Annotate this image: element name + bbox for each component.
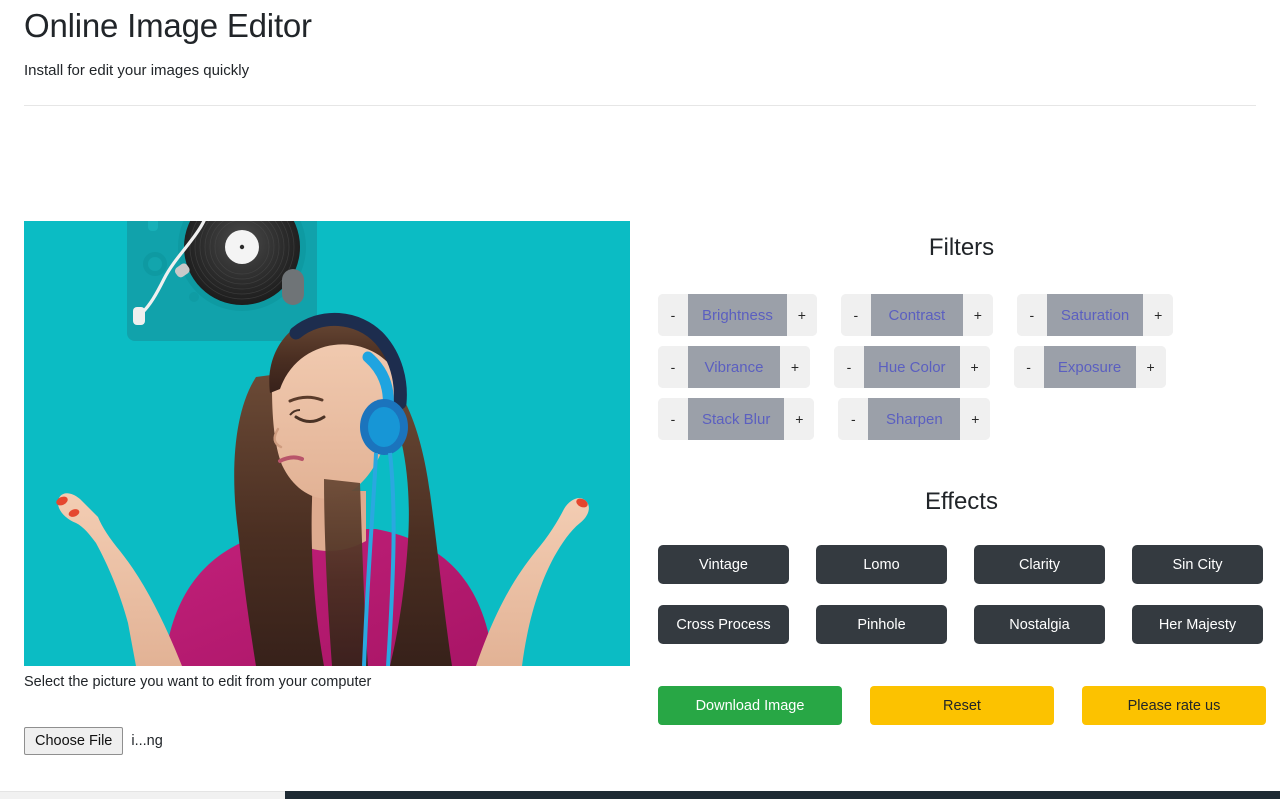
- actions-row: Download Image Reset Please rate us: [658, 686, 1280, 726]
- saturation-decrease-button[interactable]: -: [1016, 294, 1047, 337]
- effect-button-vintage[interactable]: Vintage: [658, 545, 789, 585]
- sharpen-increase-button[interactable]: +: [960, 398, 991, 441]
- horizontal-scrollbar[interactable]: [0, 789, 1280, 800]
- exposure-increase-button[interactable]: +: [1135, 346, 1166, 389]
- contrast-increase-button[interactable]: +: [962, 294, 993, 337]
- selected-file-name: i...ng: [131, 733, 163, 750]
- sharpen-decrease-button[interactable]: -: [838, 398, 869, 441]
- image-panel: Select the picture you want to edit from…: [24, 220, 630, 756]
- sharpen-label[interactable]: Sharpen: [868, 398, 961, 441]
- stack-blur-label[interactable]: Stack Blur: [688, 398, 785, 441]
- effects-title: Effects: [925, 488, 998, 516]
- page-subtitle: Install for edit your images quickly: [24, 61, 250, 79]
- effect-button-cross-process[interactable]: Cross Process: [658, 605, 789, 645]
- hue-color-label[interactable]: Hue Color: [864, 346, 960, 389]
- effect-button-her-majesty[interactable]: Her Majesty: [1132, 605, 1263, 645]
- header-divider: [24, 104, 1256, 106]
- filter-group-vibrance: - Vibrance +: [658, 346, 810, 389]
- filter-group-hue-color: - Hue Color +: [834, 346, 990, 389]
- controls-panel: Filters - Brightness + - Contrast + - Sa…: [658, 234, 1280, 726]
- filter-group-exposure: - Exposure +: [1013, 346, 1166, 389]
- vibrance-label[interactable]: Vibrance: [688, 346, 780, 389]
- saturation-label[interactable]: Saturation: [1046, 294, 1144, 337]
- effect-button-pinhole[interactable]: Pinhole: [816, 605, 947, 645]
- exposure-label[interactable]: Exposure: [1043, 346, 1136, 389]
- effect-button-lomo[interactable]: Lomo: [816, 545, 947, 585]
- select-picture-hint: Select the picture you want to edit from…: [24, 673, 372, 690]
- effect-button-clarity[interactable]: Clarity: [974, 545, 1105, 585]
- hue-color-increase-button[interactable]: +: [959, 346, 990, 389]
- stack-blur-increase-button[interactable]: +: [784, 398, 815, 441]
- effects-grid: Vintage Lomo Clarity Sin City Cross Proc…: [658, 545, 1280, 645]
- rate-us-button[interactable]: Please rate us: [1082, 686, 1266, 726]
- brightness-decrease-button[interactable]: -: [658, 294, 688, 337]
- page-title: Online Image Editor: [24, 7, 312, 44]
- vibrance-decrease-button[interactable]: -: [658, 346, 688, 389]
- page-root: Online Image Editor Install for edit you…: [0, 0, 1280, 800]
- saturation-increase-button[interactable]: +: [1143, 294, 1174, 337]
- page-header: Online Image Editor Install for edit you…: [0, 0, 1280, 79]
- contrast-decrease-button[interactable]: -: [840, 294, 871, 337]
- brightness-increase-button[interactable]: +: [786, 294, 817, 337]
- reset-button[interactable]: Reset: [870, 686, 1054, 726]
- filter-group-saturation: - Saturation +: [1016, 294, 1174, 337]
- filters-title: Filters: [928, 233, 995, 261]
- vibrance-increase-button[interactable]: +: [780, 346, 810, 389]
- choose-file-button[interactable]: Choose File: [24, 726, 124, 756]
- contrast-label[interactable]: Contrast: [870, 294, 963, 337]
- effect-button-nostalgia[interactable]: Nostalgia: [974, 605, 1105, 645]
- filter-group-brightness: - Brightness +: [658, 294, 817, 337]
- filter-group-contrast: - Contrast +: [840, 294, 993, 337]
- preview-image-graphic: [24, 220, 630, 666]
- stack-blur-decrease-button[interactable]: -: [658, 398, 688, 441]
- brightness-label[interactable]: Brightness: [688, 294, 787, 337]
- download-image-button[interactable]: Download Image: [658, 686, 842, 726]
- file-input-row[interactable]: Choose File i...ng: [24, 726, 630, 756]
- effect-button-sin-city[interactable]: Sin City: [1132, 545, 1263, 585]
- filters-grid: - Brightness + - Contrast + - Saturation…: [658, 294, 1280, 441]
- exposure-decrease-button[interactable]: -: [1013, 346, 1044, 389]
- filter-group-sharpen: - Sharpen +: [838, 398, 991, 441]
- filter-group-stack-blur: - Stack Blur +: [658, 398, 815, 441]
- scrollbar-thumb[interactable]: [285, 791, 1280, 799]
- hue-color-decrease-button[interactable]: -: [834, 346, 864, 389]
- preview-image[interactable]: [24, 220, 630, 666]
